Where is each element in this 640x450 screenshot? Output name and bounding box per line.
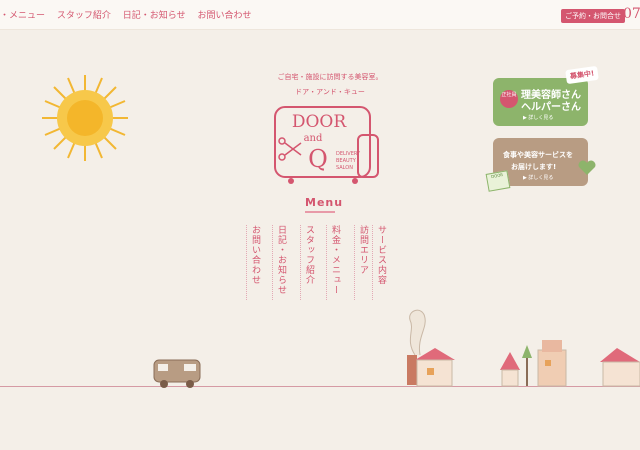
tagline-line2: ドア・アンド・キュー	[295, 88, 365, 96]
nav-menu[interactable]: ・メニュー	[0, 11, 45, 21]
recruit-detail: ▶ 詳しく見る	[523, 115, 554, 121]
menu-price[interactable]: 料金・メニュー	[326, 225, 342, 300]
meal-tag: DOOR	[485, 170, 511, 192]
menu-area[interactable]: 訪問エリア	[354, 225, 370, 300]
meal-line1: 食事や美容サービスを	[503, 151, 573, 159]
nav-diary[interactable]: 日記・お知らせ	[123, 11, 186, 21]
logo-sub2: BEAUTY	[336, 158, 357, 164]
scissors-icon	[278, 137, 302, 161]
logo-and: and	[304, 133, 323, 144]
menu-title: Menu	[305, 196, 343, 213]
reserve-button[interactable]: ご予約・お問合せ	[561, 9, 625, 23]
sun-illustration	[42, 75, 128, 161]
top-nav: ・メニュー スタッフ紹介 日記・お知らせ お問い合わせ	[0, 8, 261, 21]
logo-sub1: DELIVERY	[336, 151, 361, 157]
menu-staff[interactable]: スタッフ紹介	[300, 225, 316, 300]
van-illustration	[153, 359, 201, 388]
menu-contact[interactable]: お問い合わせ	[246, 225, 262, 300]
logo[interactable]: DOOR and Q DELIVERY BEAUTY SALON	[273, 105, 383, 185]
phone-number[interactable]: 07	[623, 6, 640, 22]
recruit-circle-badge: 正社員	[500, 90, 518, 108]
recruit-line2: ヘルパーさん	[521, 102, 581, 113]
tagline-line1: ご自宅・施設に訪問する美容室。	[277, 73, 383, 81]
nav-contact[interactable]: お問い合わせ	[197, 11, 251, 21]
town-illustration	[407, 309, 640, 387]
top-bar: ・メニュー スタッフ紹介 日記・お知らせ お問い合わせ ご予約・お問合せ 07	[0, 0, 640, 30]
logo-q: Q	[308, 145, 328, 173]
logo-sub3: SALON	[336, 165, 353, 171]
heart-icon	[578, 160, 596, 175]
logo-door: DOOR	[292, 112, 348, 132]
menu-service[interactable]: サービス内容	[372, 225, 388, 300]
recruit-badge: 募集中!	[565, 65, 600, 85]
tagline: ご自宅・施設に訪問する美容室。 ドア・アンド・キュー	[260, 70, 400, 100]
menu-diary[interactable]: 日記・お知らせ	[272, 225, 288, 300]
meal-detail: ▶ 詳しく見る	[523, 175, 554, 181]
meal-line2: お届けします!	[511, 163, 557, 171]
nav-staff[interactable]: スタッフ紹介	[57, 11, 111, 21]
